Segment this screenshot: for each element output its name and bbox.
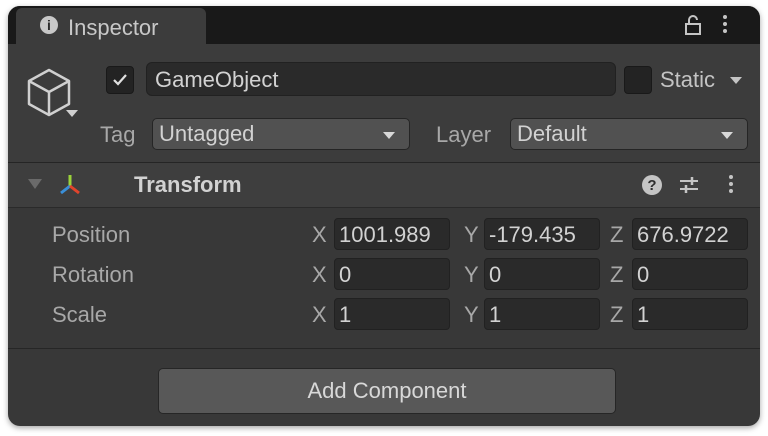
scale-y-axis-label[interactable]: Y: [464, 302, 479, 328]
window-menu-icon[interactable]: [720, 12, 730, 38]
scale-z-axis-label[interactable]: Z: [610, 302, 623, 328]
position-label[interactable]: Position: [52, 222, 130, 248]
help-icon[interactable]: ?: [642, 175, 662, 195]
chevron-down-icon: [721, 132, 733, 139]
static-label[interactable]: Static: [660, 67, 715, 93]
scale-z-field[interactable]: 1: [632, 298, 748, 330]
component-title: Transform: [134, 172, 242, 197]
component-menu-icon[interactable]: [726, 172, 736, 198]
layer-label: Layer: [436, 122, 492, 147]
foldout-arrow-icon[interactable]: [28, 179, 42, 189]
static-checkbox[interactable]: [624, 66, 652, 94]
tag-dropdown[interactable]: Untagged: [152, 118, 410, 150]
tab-bar: i Inspector: [8, 6, 760, 46]
position-z-field[interactable]: 676.9722: [632, 218, 748, 250]
inspector-window: i Inspector GameObject Static Tag Untagg…: [8, 6, 760, 426]
add-component-button[interactable]: Add Component: [158, 368, 616, 414]
tag-value: Untagged: [159, 121, 255, 146]
icon-dropdown-arrow[interactable]: [66, 110, 78, 117]
info-icon: i: [40, 16, 58, 34]
divider: [8, 348, 760, 349]
rotation-x-axis-label[interactable]: X: [312, 262, 327, 288]
checkmark-icon: [113, 74, 127, 86]
layer-value: Default: [517, 121, 587, 146]
position-y-field[interactable]: -179.435: [484, 218, 600, 250]
lock-icon[interactable]: [682, 14, 704, 36]
layer-dropdown[interactable]: Default: [510, 118, 748, 150]
transform-component-header[interactable]: Transform ?: [8, 163, 760, 208]
rotation-z-field[interactable]: 0: [632, 258, 748, 290]
rotation-y-field[interactable]: 0: [484, 258, 600, 290]
tab-inspector[interactable]: i Inspector: [16, 8, 206, 46]
scale-x-axis-label[interactable]: X: [312, 302, 327, 328]
presets-icon[interactable]: [678, 174, 700, 196]
scale-y-field[interactable]: 1: [484, 298, 600, 330]
static-dropdown-arrow[interactable]: [730, 77, 742, 84]
active-checkbox[interactable]: [106, 66, 134, 94]
position-x-field[interactable]: 1001.989: [334, 218, 450, 250]
position-z-axis-label[interactable]: Z: [610, 222, 623, 248]
tag-label: Tag: [100, 122, 136, 147]
gameobject-name-field[interactable]: GameObject: [146, 62, 616, 96]
position-x-axis-label[interactable]: X: [312, 222, 327, 248]
transform-icon: [60, 175, 80, 195]
position-y-axis-label[interactable]: Y: [464, 222, 479, 248]
rotation-label[interactable]: Rotation: [52, 262, 134, 288]
chevron-down-icon: [383, 132, 395, 139]
rotation-y-axis-label[interactable]: Y: [464, 262, 479, 288]
tab-title: Inspector: [68, 15, 159, 40]
rotation-z-axis-label[interactable]: Z: [610, 262, 623, 288]
rotation-x-field[interactable]: 0: [334, 258, 450, 290]
scale-label[interactable]: Scale: [52, 302, 107, 328]
gameobject-header: GameObject Static Tag Untagged Layer Def…: [8, 44, 760, 163]
scale-x-field[interactable]: 1: [334, 298, 450, 330]
